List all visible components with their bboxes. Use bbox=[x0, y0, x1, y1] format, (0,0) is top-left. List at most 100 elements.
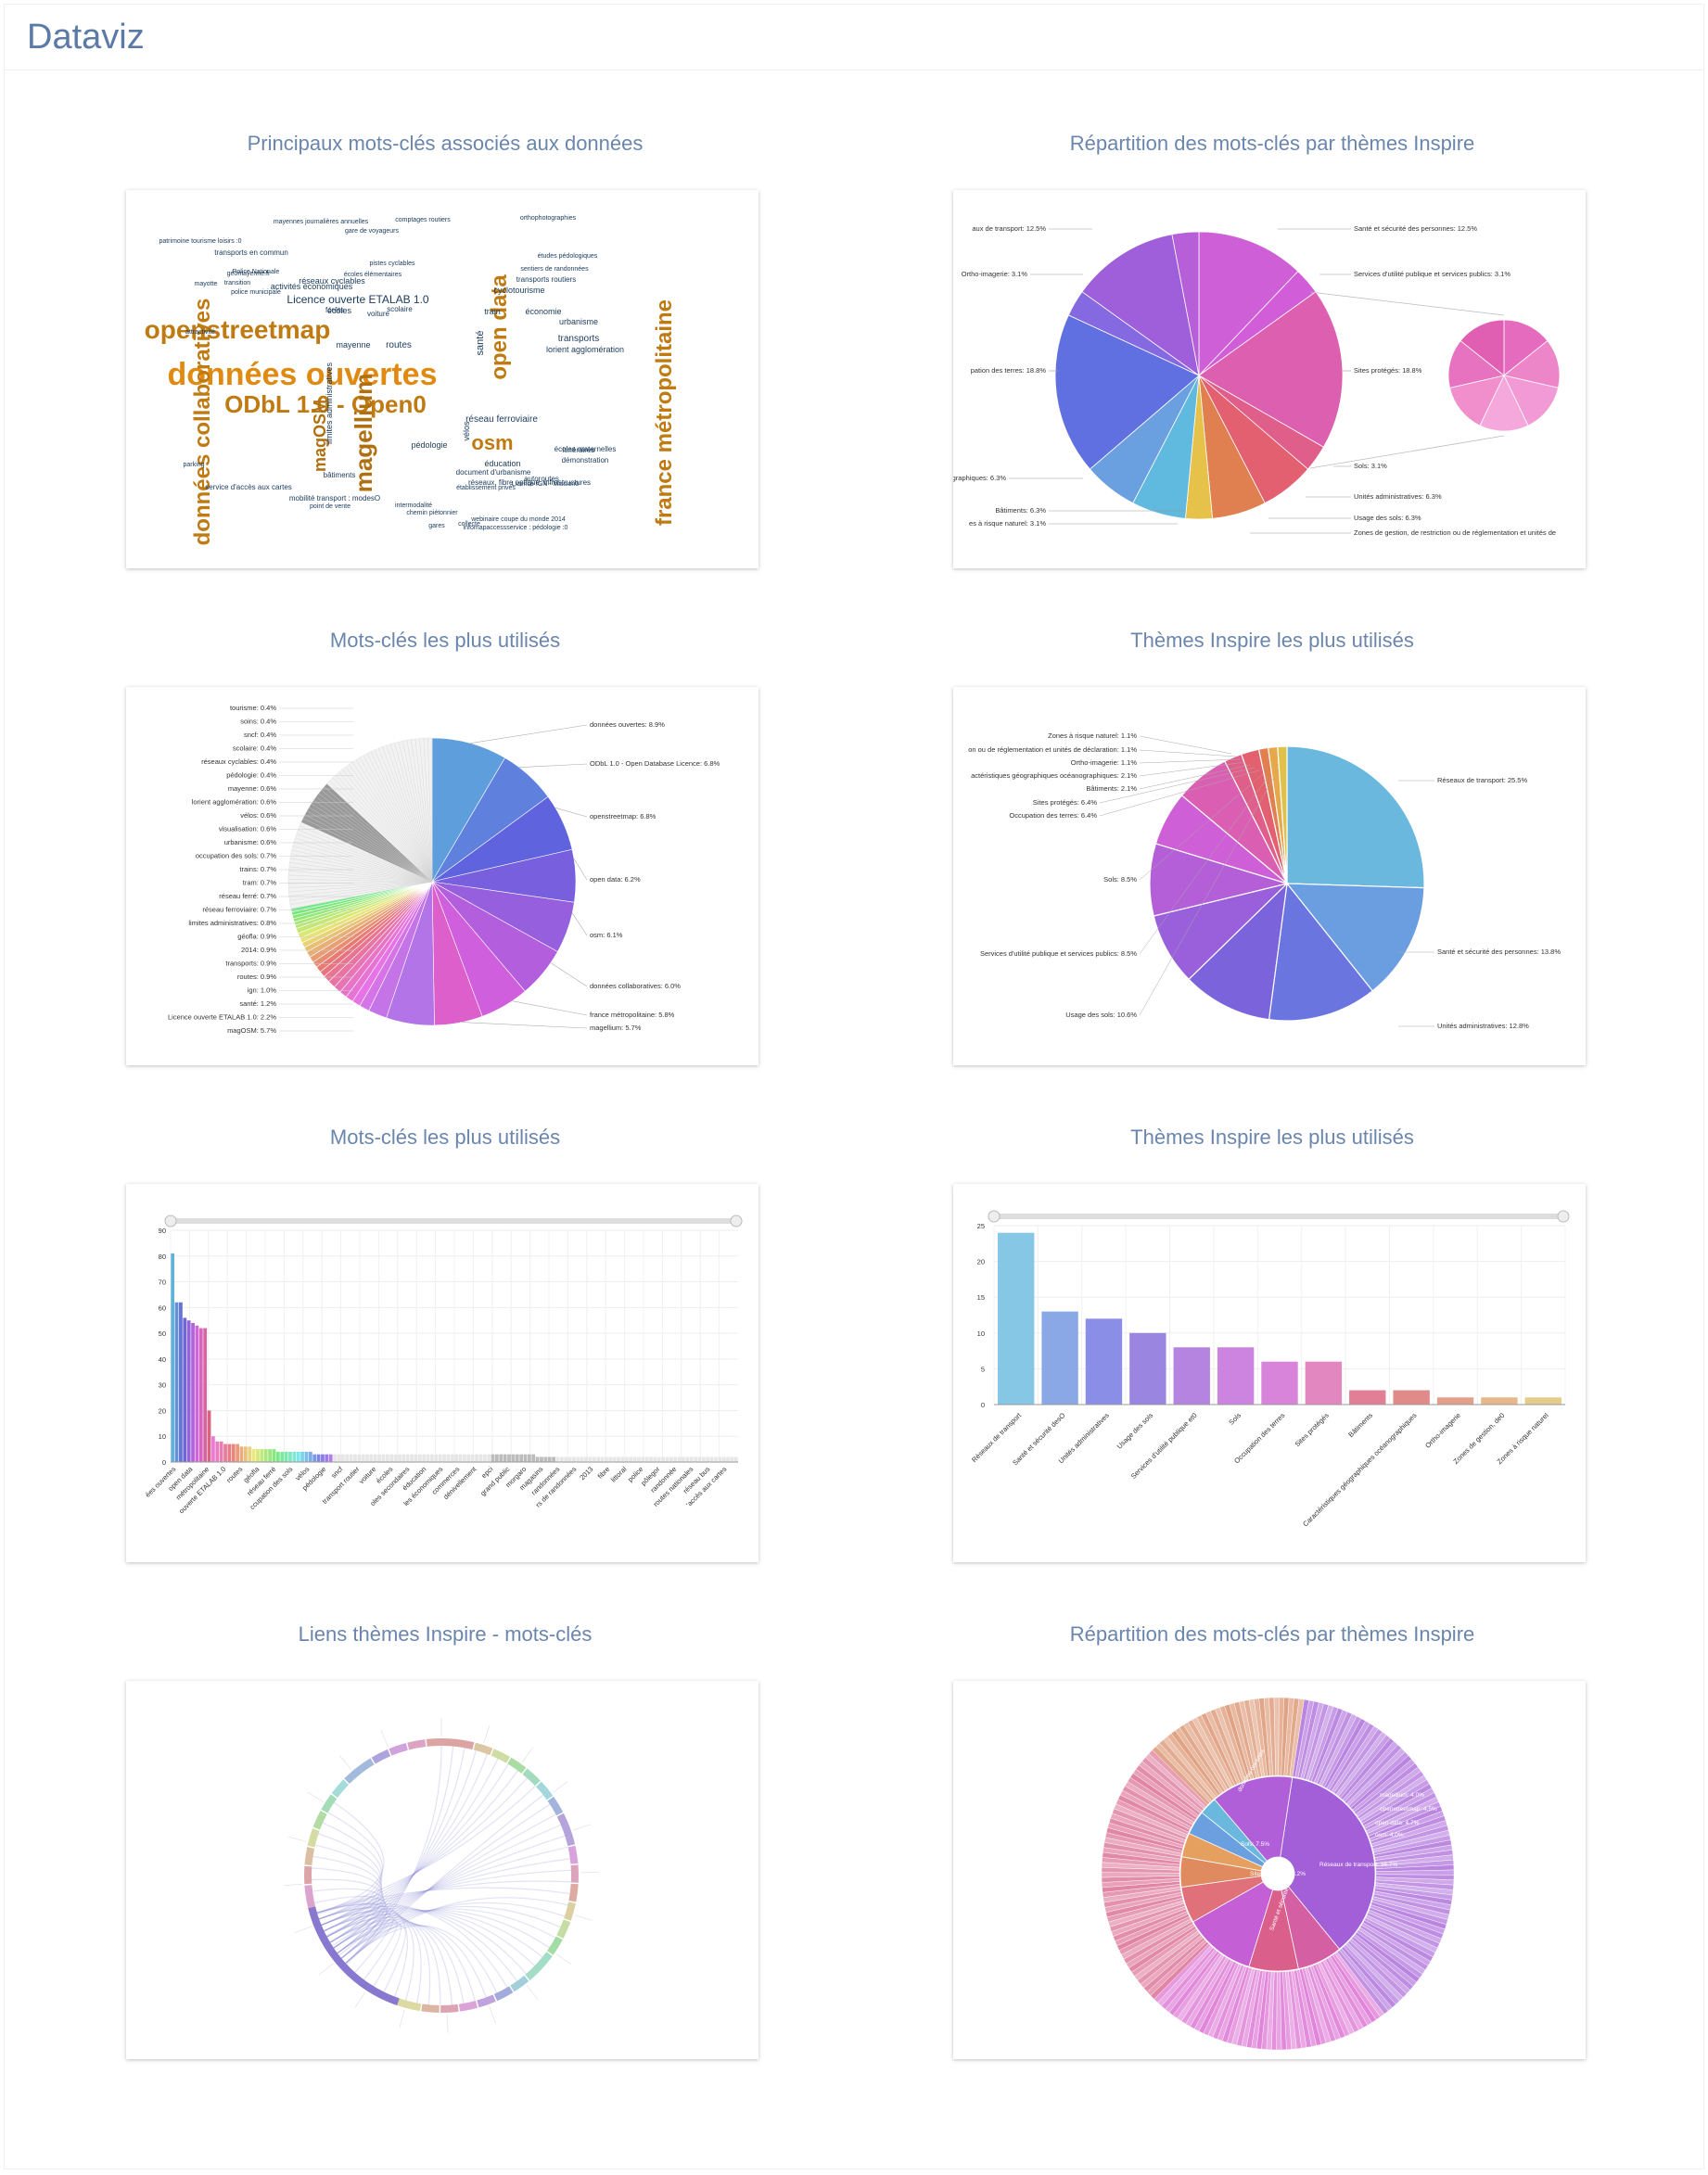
sunburst-label: osm: 4.0% bbox=[1375, 1832, 1404, 1838]
chord-group-arc bbox=[507, 1757, 527, 1774]
wordcloud-word: collecte bbox=[458, 521, 480, 528]
bar bbox=[275, 1451, 280, 1462]
sunburst-chart: Réseaux de transport: 36.7% Sols: 7.5% Sit… bbox=[1101, 1697, 1455, 2051]
chord-group-arc bbox=[307, 1828, 320, 1848]
bar bbox=[171, 1253, 175, 1462]
pie-themes-card[interactable]: Zones à risque naturel: 1.1% on ou de rég… bbox=[953, 687, 1586, 1065]
bar bbox=[733, 1456, 738, 1462]
bar bbox=[519, 1454, 524, 1462]
bar bbox=[179, 1302, 183, 1462]
connector-line bbox=[1309, 291, 1505, 316]
bar bbox=[272, 1449, 276, 1462]
bar bbox=[1481, 1397, 1518, 1405]
wordcloud-word: transition bbox=[224, 280, 251, 286]
bar bbox=[263, 1449, 268, 1462]
bar bbox=[296, 1451, 300, 1462]
bar bbox=[535, 1456, 540, 1462]
chord-label-tick bbox=[555, 1953, 572, 1965]
bar bbox=[466, 1454, 471, 1462]
chord-group-arc bbox=[407, 1739, 427, 1750]
bar bbox=[665, 1456, 669, 1462]
y-tick-label: 70 bbox=[159, 1278, 166, 1287]
wordcloud-card[interactable]: données ouvertes openstreetmap ODbL 1.0 - … bbox=[126, 190, 758, 568]
chord-group-arc bbox=[371, 1749, 391, 1764]
bar bbox=[174, 1302, 179, 1462]
pie-label: france métropolitaine: 5.8% bbox=[590, 1011, 675, 1019]
chord-group-arc bbox=[440, 2003, 459, 2013]
bar bbox=[321, 1454, 325, 1462]
y-tick-label: 80 bbox=[159, 1253, 166, 1261]
bar bbox=[369, 1454, 374, 1462]
bar bbox=[353, 1454, 357, 1462]
pie-label: Santé et sécurité des personnes: 13.8% bbox=[1437, 948, 1561, 956]
chord-group-arc bbox=[525, 1952, 553, 1981]
pie-label: géofla: 0.9% bbox=[237, 933, 276, 941]
pie-label: réseau ferroviaire: 0.7% bbox=[202, 906, 276, 914]
wordcloud-word: document d'urbanisme bbox=[456, 468, 531, 477]
bar bbox=[596, 1456, 601, 1462]
bar bbox=[454, 1454, 459, 1462]
bar bbox=[673, 1456, 678, 1462]
chord-group-arc bbox=[522, 1768, 541, 1787]
pie-label: pédologie: 0.4% bbox=[226, 771, 276, 780]
pie-label: tram: 0.7% bbox=[243, 879, 277, 887]
bar bbox=[316, 1454, 321, 1462]
bar bbox=[641, 1456, 645, 1462]
pie-label: magOSM: 5.7% bbox=[227, 1026, 276, 1035]
y-tick-label: 25 bbox=[977, 1222, 985, 1230]
pie-keywords-card[interactable]: données ouvertes: 8.9% ODbL 1.0 - Open Da… bbox=[126, 687, 758, 1065]
panel-title-sunburst: Répartition des mots-clés par thèmes Ins… bbox=[1069, 1622, 1475, 1646]
bar bbox=[430, 1454, 434, 1462]
pie-label: Bâtiments: 6.3% bbox=[995, 506, 1046, 515]
wordcloud-word: bâtiments bbox=[324, 471, 356, 479]
bar bbox=[223, 1444, 227, 1462]
sunburst-card[interactable]: Réseaux de transport: 36.7% Sols: 7.5% Sit… bbox=[953, 1681, 1586, 2059]
chord-group-arc bbox=[570, 1864, 579, 1883]
label-leader bbox=[512, 1000, 588, 1016]
bar bbox=[215, 1441, 220, 1462]
sunburst-label: magellium: 4.0% bbox=[1380, 1792, 1424, 1799]
bar bbox=[260, 1449, 264, 1462]
bar bbox=[203, 1328, 208, 1462]
pie-label: pation des terres: 18.8% bbox=[971, 366, 1047, 375]
label-leader bbox=[554, 808, 588, 818]
chord-label-tick bbox=[526, 1985, 539, 2001]
bar bbox=[211, 1436, 215, 1462]
wordcloud-word: pédologie bbox=[411, 440, 447, 450]
bar bbox=[547, 1456, 552, 1462]
pie-label: Services d'utilité publique et services … bbox=[1354, 270, 1510, 278]
bar bbox=[523, 1454, 528, 1462]
bar-keywords-card[interactable]: 0 10 20 30 40 50 60 70 80 90 ées ouvertes open data… bbox=[126, 1184, 758, 1562]
bar bbox=[280, 1451, 285, 1462]
bar bbox=[446, 1454, 451, 1462]
pie-themes-keywords-card[interactable]: Santé et sécurité des personnes: 12.5% Se… bbox=[953, 190, 1586, 568]
pie-label: Occupation des terres: 6.4% bbox=[1009, 811, 1097, 820]
chord-group-arc bbox=[331, 1779, 350, 1798]
bar bbox=[195, 1325, 199, 1462]
bar bbox=[442, 1454, 446, 1462]
bar bbox=[219, 1441, 223, 1462]
bar bbox=[649, 1456, 653, 1462]
wordcloud-word: sentiers de randonnées bbox=[520, 266, 589, 273]
wordcloud-word: pistes cyclables bbox=[369, 261, 415, 267]
wordcloud-word: service d'accès aux cartes bbox=[205, 483, 292, 491]
wordcloud-word: Licence ouverte ETALAB 1.0 bbox=[287, 293, 429, 306]
bar bbox=[288, 1451, 292, 1462]
chord-label-tick bbox=[553, 1781, 568, 1793]
chord-card[interactable] bbox=[126, 1681, 758, 2059]
chord-group-arc bbox=[421, 2003, 440, 2013]
bar bbox=[531, 1454, 536, 1462]
bar bbox=[1524, 1397, 1561, 1405]
pie-label: réseau ferré: 0.7% bbox=[219, 892, 276, 900]
pie-label: openstreetmap: 6.8% bbox=[590, 812, 656, 820]
bar bbox=[499, 1454, 503, 1462]
bar bbox=[682, 1456, 685, 1462]
pie-label: Sites protégés: 6.4% bbox=[1033, 798, 1098, 807]
chord-label-tick bbox=[307, 1791, 324, 1802]
bar bbox=[709, 1456, 714, 1462]
bar-themes-card[interactable]: 0 5 10 15 20 25 Réseaux de transport Santé et s… bbox=[953, 1184, 1586, 1562]
pie-label: scolaire: 0.4% bbox=[233, 744, 276, 753]
bar bbox=[292, 1451, 297, 1462]
wordcloud-word: itinéraires bbox=[563, 446, 595, 454]
wordcloud-word: mayotte bbox=[195, 281, 218, 287]
